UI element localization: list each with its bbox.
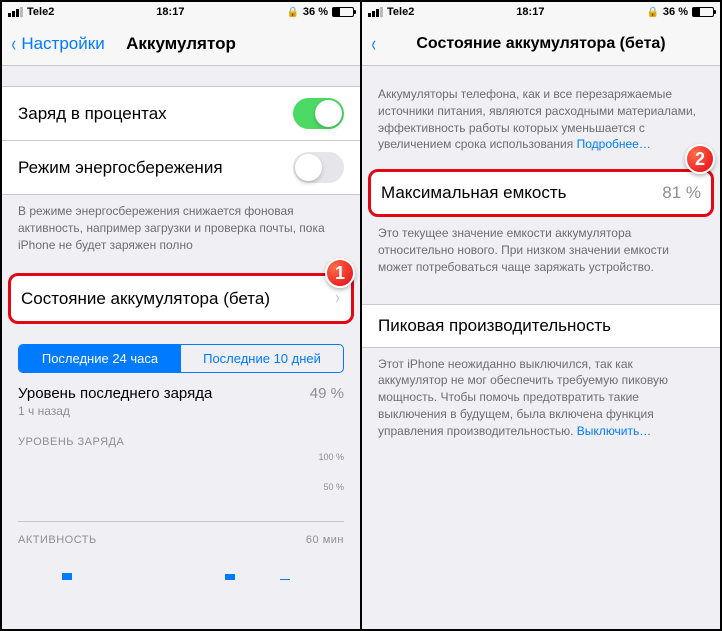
signal-icon — [368, 7, 383, 17]
back-button[interactable]: ‹ Настройки — [2, 31, 105, 57]
phone-right: Tele2 18:17 🔒 36 % ‹ Состояние аккумулят… — [362, 2, 720, 629]
row-max-capacity: Максимальная емкость 81 % 2 — [368, 169, 714, 217]
phone-left: Tele2 18:17 🔒 36 % ‹ Настройки Аккумулят… — [2, 2, 360, 629]
peak-footer: Этот iPhone неожиданно выключился, так к… — [362, 348, 720, 448]
status-time: 18:17 — [516, 6, 544, 18]
row-battery-percentage[interactable]: Заряд в процентах — [2, 86, 360, 141]
chart-activity — [18, 550, 344, 580]
max-capacity-value: 81 % — [662, 183, 701, 203]
segmented-control[interactable]: Последние 24 часа Последние 10 дней — [18, 344, 344, 373]
battery-icon — [332, 7, 354, 17]
toggle-percentage[interactable] — [293, 98, 344, 129]
nav-bar: ‹ Состояние аккумулятора (бета) — [362, 22, 720, 66]
back-label: Настройки — [21, 34, 104, 54]
low-power-footer: В режиме энергосбережения снижается фоно… — [2, 195, 360, 261]
last-charge-title: Уровень последнего заряда — [18, 385, 212, 402]
row-peak-performance: Пиковая производительность — [362, 304, 720, 348]
toggle-low-power[interactable] — [293, 152, 344, 183]
back-button[interactable]: ‹ — [362, 31, 377, 57]
battery-icon — [692, 7, 714, 17]
disable-link[interactable]: Выключить… — [577, 424, 651, 438]
max-capacity-footer: Это текущее значение емкости аккумулятор… — [362, 217, 720, 283]
status-bar: Tele2 18:17 🔒 36 % — [2, 2, 360, 22]
chart-activity-label: АКТИВНОСТЬ — [18, 534, 97, 546]
battery-pct: 36 % — [303, 6, 328, 18]
annotation-badge-2: 2 — [685, 144, 715, 174]
page-title: Состояние аккумулятора (бета) — [416, 35, 665, 53]
seg-10d[interactable]: Последние 10 дней — [181, 345, 343, 372]
seg-24h[interactable]: Последние 24 часа — [19, 345, 181, 372]
last-charge-value: 49 % — [310, 385, 344, 402]
chevron-right-icon: › — [336, 287, 340, 310]
carrier: Tele2 — [27, 6, 54, 18]
page-title: Аккумулятор — [126, 34, 236, 54]
annotation-badge-1: 1 — [325, 258, 355, 288]
status-bar: Tele2 18:17 🔒 36 % — [362, 2, 720, 22]
row-low-power[interactable]: Режим энергосбережения — [2, 141, 360, 195]
chart-level-label: УРОВЕНЬ ЗАРЯДА — [2, 420, 360, 452]
learn-more-link[interactable]: Подробнее… — [577, 137, 651, 151]
content: Аккумуляторы телефона, как и все перезар… — [362, 66, 720, 629]
row-battery-health[interactable]: Состояние аккумулятора (бета) › 1 — [8, 273, 354, 324]
lock-icon: 🔒 — [646, 7, 658, 18]
intro-text: Аккумуляторы телефона, как и все перезар… — [362, 66, 720, 161]
chart-battery-level: 100 % 50 % — [18, 452, 344, 522]
status-time: 18:17 — [156, 6, 184, 18]
chevron-left-icon: ‹ — [11, 31, 15, 57]
carrier: Tele2 — [387, 6, 414, 18]
signal-icon — [8, 7, 23, 17]
chevron-left-icon: ‹ — [371, 31, 375, 57]
last-charge-sub: 1 ч назад — [18, 402, 212, 420]
nav-bar: ‹ Настройки Аккумулятор — [2, 22, 360, 66]
battery-pct: 36 % — [663, 6, 688, 18]
content: Заряд в процентах Режим энергосбережения… — [2, 66, 360, 629]
lock-icon: 🔒 — [286, 7, 298, 18]
